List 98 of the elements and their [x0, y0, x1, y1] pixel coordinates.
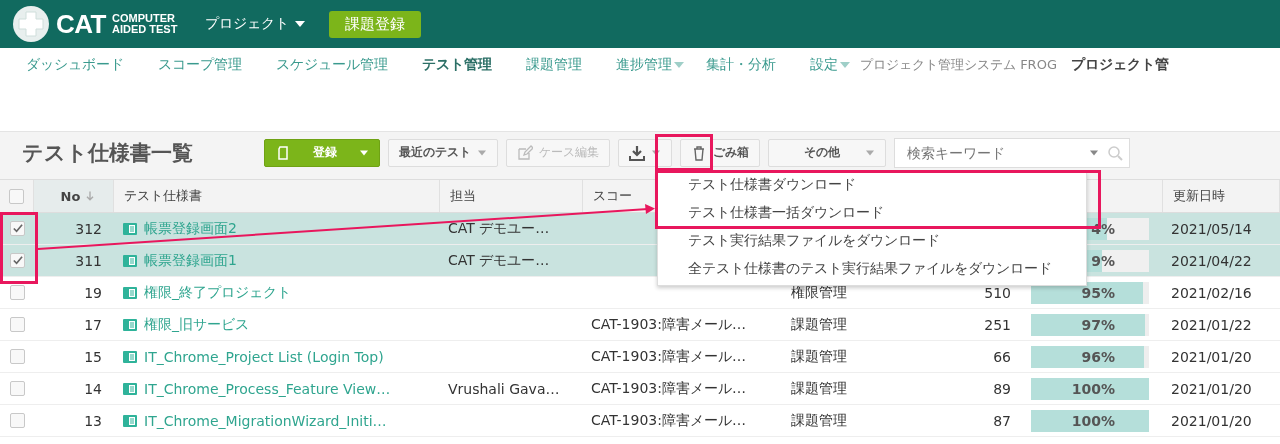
edit-icon	[517, 144, 533, 161]
table-cell: 14	[84, 380, 102, 397]
caret-icon	[360, 150, 368, 155]
nav-tab[interactable]: スケジュール管理	[276, 56, 388, 74]
logo-text: CAT	[56, 8, 106, 40]
caret-icon	[1090, 150, 1098, 155]
table-row[interactable]: 13 IT_Chrome_MigrationWizard_Initi… CAT-1903:障害メール… 課題管理 87 100% 2021/01/20	[0, 405, 1280, 437]
table-cell: CAT-1903:障害メール…	[591, 315, 746, 334]
download-button[interactable]	[618, 138, 672, 167]
row-checkbox[interactable]	[9, 381, 25, 396]
table-cell: 権限管理	[791, 283, 847, 302]
table-row[interactable]: 14 IT_Chrome_Process_Feature View… Vrushali Gava… CAT-1903:障害メール… 課題管理 89 100% 2021/01/20	[0, 373, 1280, 405]
check-icon	[11, 255, 23, 266]
project-menu[interactable]: プロジェクト	[199, 14, 312, 34]
nav-tab[interactable]: 進捗管理	[616, 56, 684, 74]
search-field[interactable]: 検索キーワード	[905, 143, 1081, 162]
table-cell: 66	[993, 348, 1011, 365]
table-cell: 510	[984, 284, 1011, 301]
table-cell: CAT-1903:障害メール…	[591, 411, 746, 430]
table-cell: 312	[75, 220, 102, 237]
page-title: テスト仕様書一覧	[22, 139, 194, 167]
column-header[interactable]: スコー	[593, 187, 632, 205]
caret-icon	[295, 21, 306, 27]
spec-book-icon	[122, 220, 138, 237]
table-cell: 2021/02/16	[1171, 284, 1252, 301]
search-icon	[1107, 144, 1123, 161]
trash-button[interactable]: ごみ箱	[680, 138, 760, 167]
table-cell: 課題管理	[791, 411, 847, 430]
nav-tab[interactable]: 集計・分析	[706, 56, 776, 74]
spec-book-icon	[122, 380, 138, 397]
nav-tab[interactable]: 設定	[810, 56, 850, 74]
recent-tests-dropdown[interactable]: 最近のテスト	[388, 138, 498, 167]
table-cell: 2021/04/22	[1171, 252, 1252, 269]
table-cell: 2021/05/14	[1171, 220, 1252, 237]
table-cell: CAT デモユー…	[448, 219, 550, 238]
table-cell: 課題管理	[791, 347, 847, 366]
progress-reading: 100%	[1071, 380, 1115, 397]
table-cell: 19	[84, 284, 102, 301]
caret-icon	[478, 150, 486, 155]
row-checkbox[interactable]	[9, 285, 25, 300]
table-cell: 2021/01/20	[1171, 412, 1252, 429]
menu-item[interactable]: 全テスト仕様書のテスト実行結果ファイルをダウンロード	[688, 259, 1052, 277]
spec-book-icon	[122, 316, 138, 333]
spec-book-icon	[122, 284, 138, 301]
table-cell: 87	[993, 412, 1011, 429]
project-name: プロジェクト管	[1070, 56, 1169, 74]
table-row[interactable]: 15 IT_Chrome_Project List (Login Top) CAT-1903:障害メール… 課題管理 66 96% 2021/01/20	[0, 341, 1280, 373]
menu-item[interactable]: テスト仕様書ダウンロード	[688, 175, 856, 193]
row-checkbox[interactable]	[9, 413, 25, 428]
progress-reading: 97%	[1081, 316, 1115, 333]
spec-book-icon	[122, 412, 138, 429]
cross-logo-icon	[12, 5, 50, 43]
nav-tab[interactable]: テスト管理	[422, 56, 492, 74]
check-icon	[11, 223, 23, 234]
logo-subtitle: AIDED TEST	[112, 24, 178, 35]
download-icon	[629, 144, 645, 161]
spec-book-icon	[122, 348, 138, 365]
nav-tab[interactable]: ダッシュボード	[26, 56, 124, 74]
progress-reading: 100%	[1071, 412, 1115, 429]
table-cell: 89	[993, 380, 1011, 397]
table-row[interactable]: 17 権限_旧サービス CAT-1903:障害メール… 課題管理 251 97% 2021/01/22	[0, 309, 1280, 341]
table-cell: CAT-1903:障害メール…	[591, 347, 746, 366]
search-box[interactable]: 検索キーワード	[894, 137, 1130, 168]
table-cell: Vrushali Gava…	[448, 380, 560, 397]
table-cell: 2021/01/20	[1171, 348, 1252, 365]
row-checkbox[interactable]	[9, 221, 25, 236]
table-cell: 15	[84, 348, 102, 365]
table-cell: 13	[84, 412, 102, 429]
nav-tab[interactable]: 課題管理	[526, 56, 582, 74]
column-header[interactable]: 更新日時	[1173, 187, 1225, 205]
table-cell: 311	[75, 252, 102, 269]
table-cell: 2021/01/22	[1171, 316, 1252, 333]
table-cell: CAT デモユー…	[448, 251, 550, 270]
annotation-box	[0, 212, 38, 284]
document-icon	[275, 144, 291, 161]
logo-subtitle: COMPUTER	[112, 13, 176, 24]
table-cell: 課題管理	[791, 379, 847, 398]
table-cell: 2021/01/20	[1171, 380, 1252, 397]
row-checkbox[interactable]	[9, 349, 25, 364]
row-checkbox[interactable]	[9, 317, 25, 332]
progress-reading: 96%	[1081, 348, 1115, 365]
table-cell: 251	[984, 316, 1011, 333]
table-cell: 課題管理	[791, 315, 847, 334]
system-name: プロジェクト管理システム FROG	[860, 56, 1057, 74]
select-all-checkbox[interactable]	[9, 188, 24, 204]
spec-book-icon	[122, 252, 138, 269]
progress-reading: 95%	[1081, 284, 1115, 301]
progress-reading: 9%	[1091, 252, 1115, 269]
column-header[interactable]: テスト仕様書	[124, 187, 202, 205]
caret-icon	[866, 150, 874, 155]
column-header[interactable]: No	[60, 188, 81, 204]
table-cell: CAT-1903:障害メール…	[591, 379, 746, 398]
trash-icon	[691, 144, 707, 161]
nav-tab[interactable]: スコープ管理	[158, 56, 242, 74]
column-header[interactable]: 担当	[450, 187, 476, 205]
row-checkbox[interactable]	[9, 253, 25, 268]
other-dropdown[interactable]: その他	[768, 138, 886, 167]
table-cell: 17	[84, 316, 102, 333]
